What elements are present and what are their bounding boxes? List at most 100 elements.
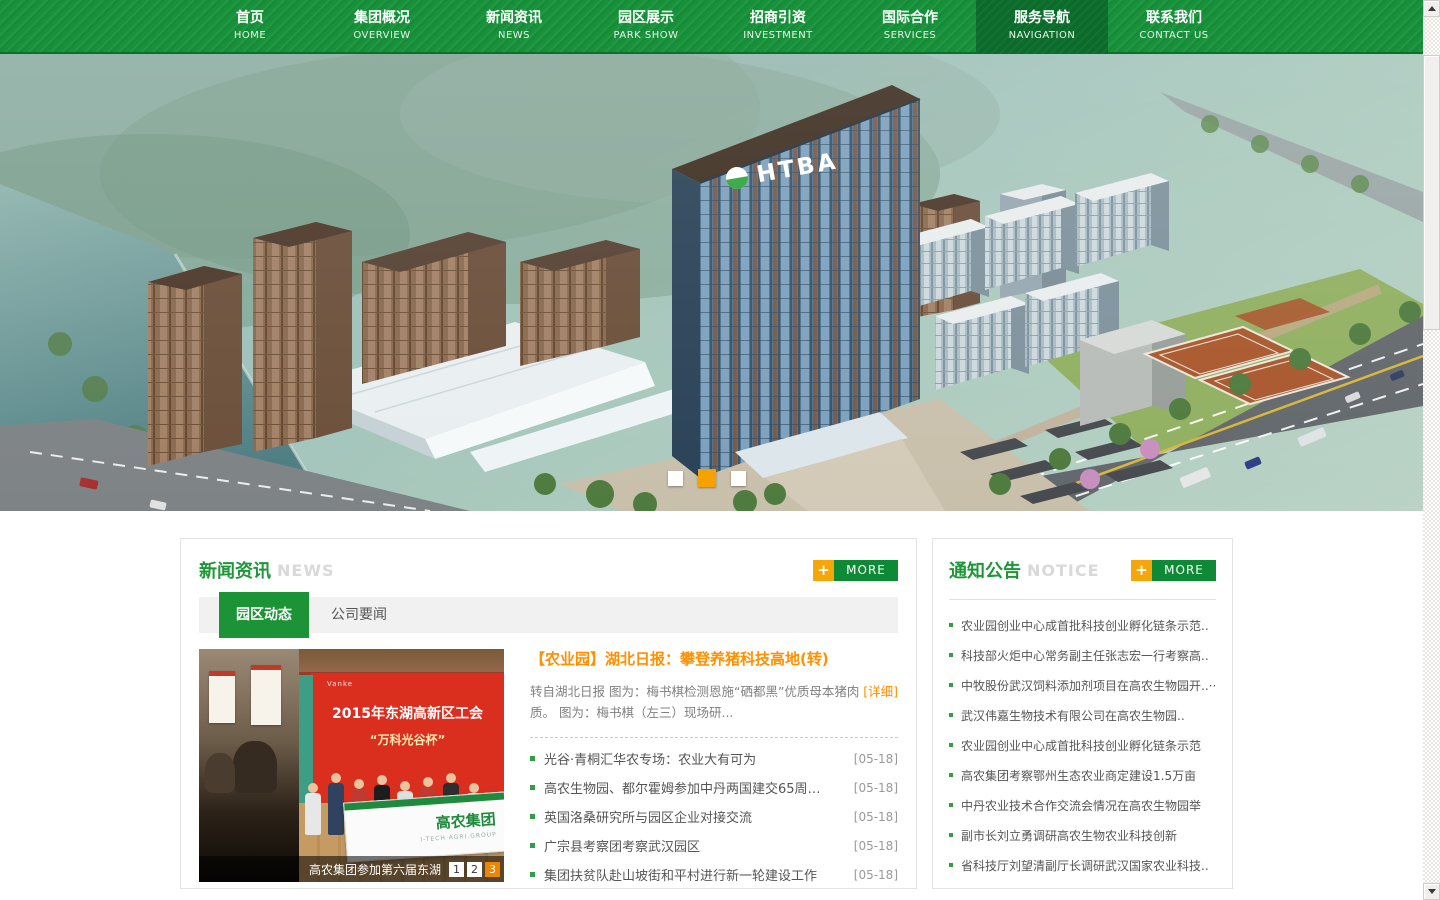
notice-panel: 通知公告 NOTICE + MORE 农业园创业中心成首批科技创业孵化链条示范.… xyxy=(932,538,1233,889)
tab-company-news[interactable]: 公司要闻 xyxy=(331,597,387,633)
nav-item-navigation[interactable]: 服务导航 NAVIGATION xyxy=(976,0,1108,54)
plus-icon: + xyxy=(813,560,834,581)
excerpt-text: 转自湖北日报 图为：梅书棋检测恩施“硒都黑”优质母本猪肉质。 图为：梅书棋（左三… xyxy=(530,684,859,720)
page-button-2[interactable]: 2 xyxy=(467,862,482,877)
nav-item-overview[interactable]: 集团概况 OVERVIEW xyxy=(316,0,448,54)
nav-label-en: HOME xyxy=(184,28,316,44)
nav-label-en: NAVIGATION xyxy=(976,28,1108,44)
bullet-square-icon xyxy=(530,756,535,761)
bullet-square-icon xyxy=(949,623,953,627)
news-item-date: [05-18] xyxy=(844,752,898,766)
scrollbar-thumb[interactable] xyxy=(1423,55,1440,330)
bullet-square-icon xyxy=(949,863,953,867)
featured-article-title[interactable]: 【农业园】湖北日报：攀登养猪科技高地(转) xyxy=(530,649,898,669)
nav-item-contact[interactable]: 联系我们 CONTACT US xyxy=(1108,0,1240,54)
poster xyxy=(251,665,281,725)
nav-items: 首页 HOME 集团概况 OVERVIEW 新闻资讯 NEWS 园区展示 PAR… xyxy=(184,0,1240,54)
notice-list-item[interactable]: 农业园创业中心成首批科技创业孵化链条示范 xyxy=(949,730,1216,760)
scroll-down-button[interactable] xyxy=(1423,883,1440,900)
carousel-dot-active[interactable] xyxy=(698,469,716,487)
notice-item-title: 中丹农业技术合作交流会情况在高农生物园举 xyxy=(961,797,1201,814)
photo-slide-right: Vanke 2015年东湖高新区工会 “万科光谷杯” xyxy=(299,649,504,882)
news-item-title: 高农生物园、都尔霍姆参加中丹两国建交65周… xyxy=(544,778,821,797)
nav-label-zh: 服务导航 xyxy=(976,8,1108,28)
notice-item-title: 武汉伟嘉生物技术有限公司在高农生物园.. xyxy=(961,707,1185,724)
news-content-row: Vanke 2015年东湖高新区工会 “万科光谷杯” xyxy=(199,649,898,889)
news-more-button[interactable]: + MORE xyxy=(813,560,898,581)
notice-list-item[interactable]: 副市长刘立勇调研高农生物农业科技创新 xyxy=(949,820,1216,850)
plus-icon: + xyxy=(1131,560,1152,581)
notice-list-item[interactable]: 农业园创业中心成首批科技创业孵化链条示范.. xyxy=(949,610,1216,640)
notice-panel-header: 通知公告 NOTICE + MORE xyxy=(949,555,1216,585)
news-list-item[interactable]: 英国洛桑研究所与园区企业对接交流 [05-18] xyxy=(530,802,898,831)
news-item-title: 英国洛桑研究所与园区企业对接交流 xyxy=(544,807,752,826)
bullet-square-icon xyxy=(949,713,953,717)
top-navigation: 首页 HOME 集团概况 OVERVIEW 新闻资讯 NEWS 园区展示 PAR… xyxy=(0,0,1423,54)
bullet-square-icon xyxy=(530,872,535,877)
notice-item-title: 农业园创业中心成首批科技创业孵化链条示范 xyxy=(961,737,1201,754)
nav-label-en: CONTACT US xyxy=(1108,28,1240,44)
scroll-up-button[interactable] xyxy=(1423,0,1440,17)
tab-park-news[interactable]: 园区动态 xyxy=(219,592,309,638)
notice-list: 农业园创业中心成首批科技创业孵化链条示范.. 科技部火炬中心常务副主任张志宏一行… xyxy=(949,610,1216,880)
carousel-dot[interactable] xyxy=(668,471,683,486)
news-item-date: [05-18] xyxy=(844,810,898,824)
nav-label-zh: 招商引资 xyxy=(712,8,844,28)
bullet-square-icon xyxy=(949,683,953,687)
bullet-square-icon xyxy=(530,814,535,819)
news-list-item[interactable]: 广宗县考察团考察武汉园区 [05-18] xyxy=(530,831,898,860)
notice-list-item[interactable]: 省科技厅刘望清副厅长调研武汉国家农业科技.. xyxy=(949,850,1216,880)
nav-item-park-show[interactable]: 园区展示 PARK SHOW xyxy=(580,0,712,54)
scroll-up-icon xyxy=(1428,6,1436,11)
news-panel: 新闻资讯 NEWS + MORE 园区动态 公司要闻 xyxy=(180,538,917,889)
notice-list-item[interactable]: 中牧股份武汉饲料添加剂项目在高农生物园开..··· xyxy=(949,670,1216,700)
notice-item-title: 中牧股份武汉饲料添加剂项目在高农生物园开..··· xyxy=(961,677,1216,694)
news-list: 光谷·青桐汇华农专场：农业大有可为 [05-18] 高农生物园、都尔霍姆参加中丹… xyxy=(530,744,898,889)
page-button-1[interactable]: 1 xyxy=(449,862,464,877)
news-right-column: 【农业园】湖北日报：攀登养猪科技高地(转) [详细] 转自湖北日报 图为：梅书棋… xyxy=(504,649,898,889)
news-item-title: 广宗县考察团考察武汉园区 xyxy=(544,836,700,855)
news-list-item[interactable]: 集团扶贫队赴山坡街和平村进行新一轮建设工作 [05-18] xyxy=(530,860,898,889)
group-flag: 高农集团 I-TECH AGRI.GROUP xyxy=(343,791,504,862)
notice-item-title: 副市长刘立勇调研高农生物农业科技创新 xyxy=(961,827,1177,844)
bullet-square-icon xyxy=(949,833,953,837)
news-list-item[interactable]: 高农生物园、都尔霍姆参加中丹两国建交65周… [05-18] xyxy=(530,773,898,802)
page-button-3[interactable]: 3 xyxy=(485,862,500,877)
notice-title-en: NOTICE xyxy=(1027,561,1100,580)
notice-item-title: 高农集团考察鄂州生态农业商定建设1.5万亩 xyxy=(961,767,1196,784)
more-label: MORE xyxy=(1152,560,1216,581)
notice-list-item[interactable]: 中丹农业技术合作交流会情况在高农生物园举 xyxy=(949,790,1216,820)
dashed-divider xyxy=(530,737,898,738)
bullet-square-icon xyxy=(949,773,953,777)
notice-item-title: 农业园创业中心成首批科技创业孵化链条示范.. xyxy=(961,617,1209,634)
nav-item-investment[interactable]: 招商引资 INVESTMENT xyxy=(712,0,844,54)
detail-link[interactable]: [详细] xyxy=(863,681,898,702)
photo-pagination: 1 2 3 xyxy=(449,862,500,877)
nav-label-zh: 园区展示 xyxy=(580,8,712,28)
photo-slide-left xyxy=(199,649,299,882)
bullet-square-icon xyxy=(530,785,535,790)
vertical-scrollbar[interactable] xyxy=(1423,0,1440,900)
bullet-square-icon xyxy=(530,843,535,848)
notice-list-item[interactable]: 科技部火炬中心常务副主任张志宏一行考察高.. xyxy=(949,640,1216,670)
notice-list-item[interactable]: 高农集团考察鄂州生态农业商定建设1.5万亩 xyxy=(949,760,1216,790)
nav-label-zh: 新闻资讯 xyxy=(448,8,580,28)
nav-label-en: SERVICES xyxy=(844,28,976,44)
nav-item-news[interactable]: 新闻资讯 NEWS xyxy=(448,0,580,54)
more-label: MORE xyxy=(834,560,898,581)
nav-label-zh: 首页 xyxy=(184,8,316,28)
nav-item-home[interactable]: 首页 HOME xyxy=(184,0,316,54)
poster xyxy=(209,671,235,723)
notice-more-button[interactable]: + MORE xyxy=(1131,560,1216,581)
news-item-date: [05-18] xyxy=(844,781,898,795)
news-tabbar: 园区动态 公司要闻 xyxy=(199,597,898,633)
news-list-item[interactable]: 光谷·青桐汇华农专场：农业大有可为 [05-18] xyxy=(530,744,898,773)
news-title-zh: 新闻资讯 xyxy=(199,557,271,583)
nav-label-en: INVESTMENT xyxy=(712,28,844,44)
nav-label-en: PARK SHOW xyxy=(580,28,712,44)
nav-item-services[interactable]: 国际合作 SERVICES xyxy=(844,0,976,54)
news-photo-carousel[interactable]: Vanke 2015年东湖高新区工会 “万科光谷杯” xyxy=(199,649,504,882)
carousel-dot[interactable] xyxy=(731,471,746,486)
notice-list-item[interactable]: 武汉伟嘉生物技术有限公司在高农生物园.. xyxy=(949,700,1216,730)
photo-caption: 高农集团参加第六届东湖 xyxy=(309,861,441,878)
